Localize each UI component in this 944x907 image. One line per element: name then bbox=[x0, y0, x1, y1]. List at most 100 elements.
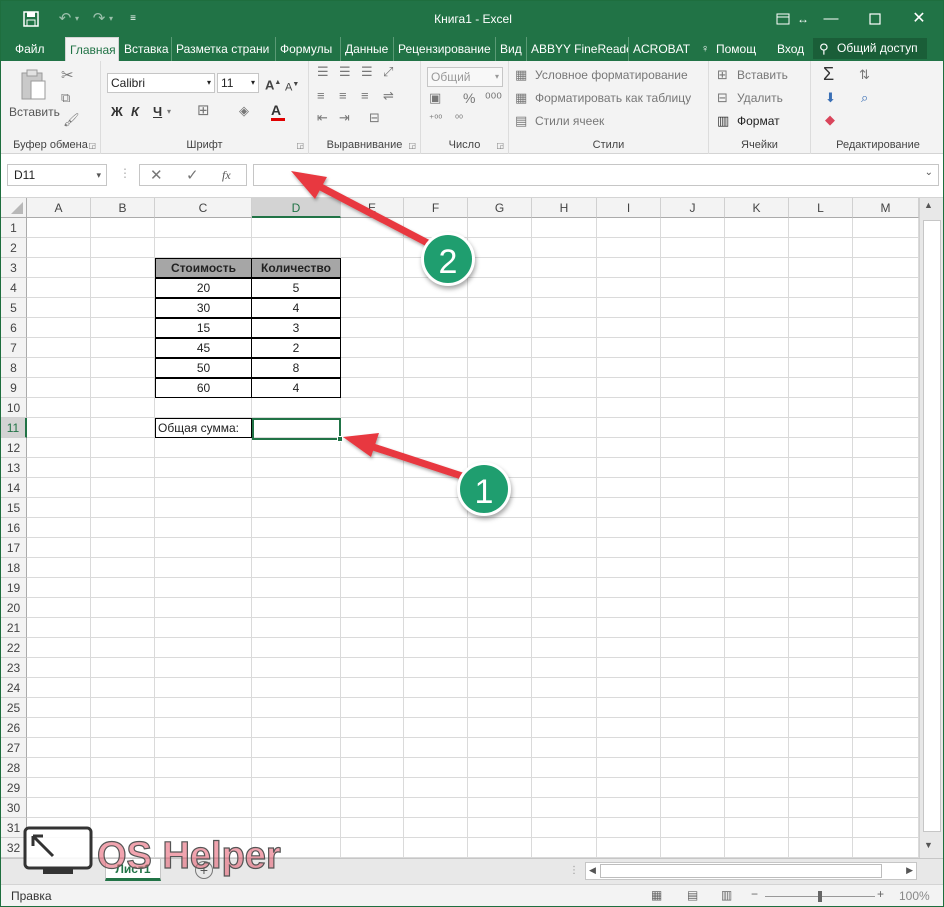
cell[interactable] bbox=[155, 218, 252, 238]
cell[interactable] bbox=[404, 378, 468, 398]
row-header-5[interactable]: 5 bbox=[1, 298, 27, 318]
cell[interactable] bbox=[252, 718, 341, 738]
cell[interactable] bbox=[725, 818, 789, 838]
cell[interactable] bbox=[597, 358, 661, 378]
cell[interactable] bbox=[468, 538, 532, 558]
formula-input[interactable]: ⌄ bbox=[253, 164, 939, 186]
cell[interactable] bbox=[27, 338, 91, 358]
cell[interactable] bbox=[404, 298, 468, 318]
table-header-cost[interactable]: Стоимость bbox=[155, 258, 252, 278]
paste-button[interactable]: Вставить bbox=[9, 105, 60, 119]
cell[interactable] bbox=[252, 758, 341, 778]
column-header-i[interactable]: I bbox=[597, 198, 661, 218]
cell[interactable] bbox=[155, 718, 252, 738]
cell[interactable] bbox=[661, 798, 725, 818]
format-as-table-button[interactable]: Форматировать как таблицу bbox=[535, 91, 691, 105]
cell[interactable] bbox=[341, 318, 404, 338]
cell[interactable] bbox=[725, 398, 789, 418]
cell[interactable] bbox=[597, 758, 661, 778]
currency-icon[interactable]: ▣ bbox=[429, 89, 441, 107]
cell[interactable] bbox=[341, 818, 404, 838]
cell[interactable] bbox=[725, 358, 789, 378]
cell[interactable] bbox=[27, 798, 91, 818]
cell[interactable] bbox=[468, 598, 532, 618]
cell[interactable] bbox=[725, 578, 789, 598]
cell[interactable] bbox=[532, 578, 597, 598]
cell[interactable] bbox=[91, 238, 155, 258]
cell[interactable] bbox=[853, 838, 919, 858]
cell[interactable] bbox=[91, 318, 155, 338]
cell[interactable] bbox=[597, 418, 661, 438]
cell[interactable] bbox=[597, 658, 661, 678]
cell[interactable] bbox=[725, 658, 789, 678]
merge-cells-icon[interactable]: ⊟ bbox=[369, 109, 380, 127]
cell[interactable] bbox=[725, 498, 789, 518]
cell[interactable] bbox=[404, 538, 468, 558]
cell[interactable] bbox=[789, 618, 853, 638]
cell[interactable] bbox=[404, 638, 468, 658]
cell[interactable] bbox=[27, 618, 91, 638]
cell[interactable] bbox=[789, 458, 853, 478]
cell[interactable] bbox=[532, 498, 597, 518]
cell-styles-button[interactable]: Стили ячеек bbox=[535, 114, 604, 128]
cell[interactable] bbox=[853, 238, 919, 258]
row-header-3[interactable]: 3 bbox=[1, 258, 27, 278]
cell[interactable] bbox=[532, 258, 597, 278]
column-header-a[interactable]: A bbox=[27, 198, 91, 218]
cell[interactable] bbox=[597, 598, 661, 618]
select-all-corner[interactable] bbox=[1, 198, 27, 218]
column-header-m[interactable]: M bbox=[853, 198, 919, 218]
cell[interactable] bbox=[853, 318, 919, 338]
cell[interactable] bbox=[789, 578, 853, 598]
cell[interactable] bbox=[155, 618, 252, 638]
cell[interactable] bbox=[155, 478, 252, 498]
cell[interactable] bbox=[532, 598, 597, 618]
cell[interactable] bbox=[252, 598, 341, 618]
cell[interactable] bbox=[597, 458, 661, 478]
font-color-icon[interactable]: A bbox=[271, 102, 285, 121]
table-cell-cost[interactable]: 45 bbox=[155, 338, 252, 358]
number-format-combo[interactable]: Общий ▾ bbox=[427, 67, 503, 87]
cell[interactable] bbox=[91, 358, 155, 378]
table-cell-cost[interactable]: 60 bbox=[155, 378, 252, 398]
scroll-right-icon[interactable]: ▶ bbox=[906, 865, 913, 876]
cell[interactable] bbox=[91, 698, 155, 718]
cell[interactable] bbox=[853, 438, 919, 458]
cell[interactable] bbox=[853, 398, 919, 418]
cell[interactable] bbox=[341, 518, 404, 538]
cell[interactable] bbox=[155, 518, 252, 538]
cell[interactable] bbox=[91, 218, 155, 238]
cell[interactable] bbox=[468, 518, 532, 538]
cell[interactable] bbox=[468, 438, 532, 458]
cell[interactable] bbox=[27, 638, 91, 658]
cell[interactable] bbox=[661, 398, 725, 418]
align-bottom-icon[interactable]: ☰ bbox=[361, 63, 373, 81]
cell[interactable] bbox=[27, 758, 91, 778]
row-header-1[interactable]: 1 bbox=[1, 218, 27, 238]
cell[interactable] bbox=[725, 278, 789, 298]
cell[interactable] bbox=[597, 498, 661, 518]
cell[interactable] bbox=[532, 678, 597, 698]
cell[interactable] bbox=[532, 638, 597, 658]
cell[interactable] bbox=[252, 238, 341, 258]
cell[interactable] bbox=[252, 478, 341, 498]
cell[interactable] bbox=[91, 778, 155, 798]
cell[interactable] bbox=[853, 278, 919, 298]
cell[interactable] bbox=[404, 618, 468, 638]
cell[interactable] bbox=[789, 798, 853, 818]
cell[interactable] bbox=[404, 798, 468, 818]
format-painter-icon[interactable]: 🖌 bbox=[63, 111, 80, 129]
cell[interactable] bbox=[27, 698, 91, 718]
cell[interactable] bbox=[341, 278, 404, 298]
cell[interactable] bbox=[91, 478, 155, 498]
cell[interactable] bbox=[532, 798, 597, 818]
percent-icon[interactable]: % bbox=[463, 89, 475, 107]
cell[interactable] bbox=[853, 298, 919, 318]
fill-color-icon[interactable]: ◈ bbox=[239, 102, 249, 120]
column-header-j[interactable]: J bbox=[661, 198, 725, 218]
cell[interactable] bbox=[27, 738, 91, 758]
cell[interactable] bbox=[725, 838, 789, 858]
cell[interactable] bbox=[341, 478, 404, 498]
cell[interactable] bbox=[341, 438, 404, 458]
row-header-11[interactable]: 11 bbox=[1, 418, 27, 438]
